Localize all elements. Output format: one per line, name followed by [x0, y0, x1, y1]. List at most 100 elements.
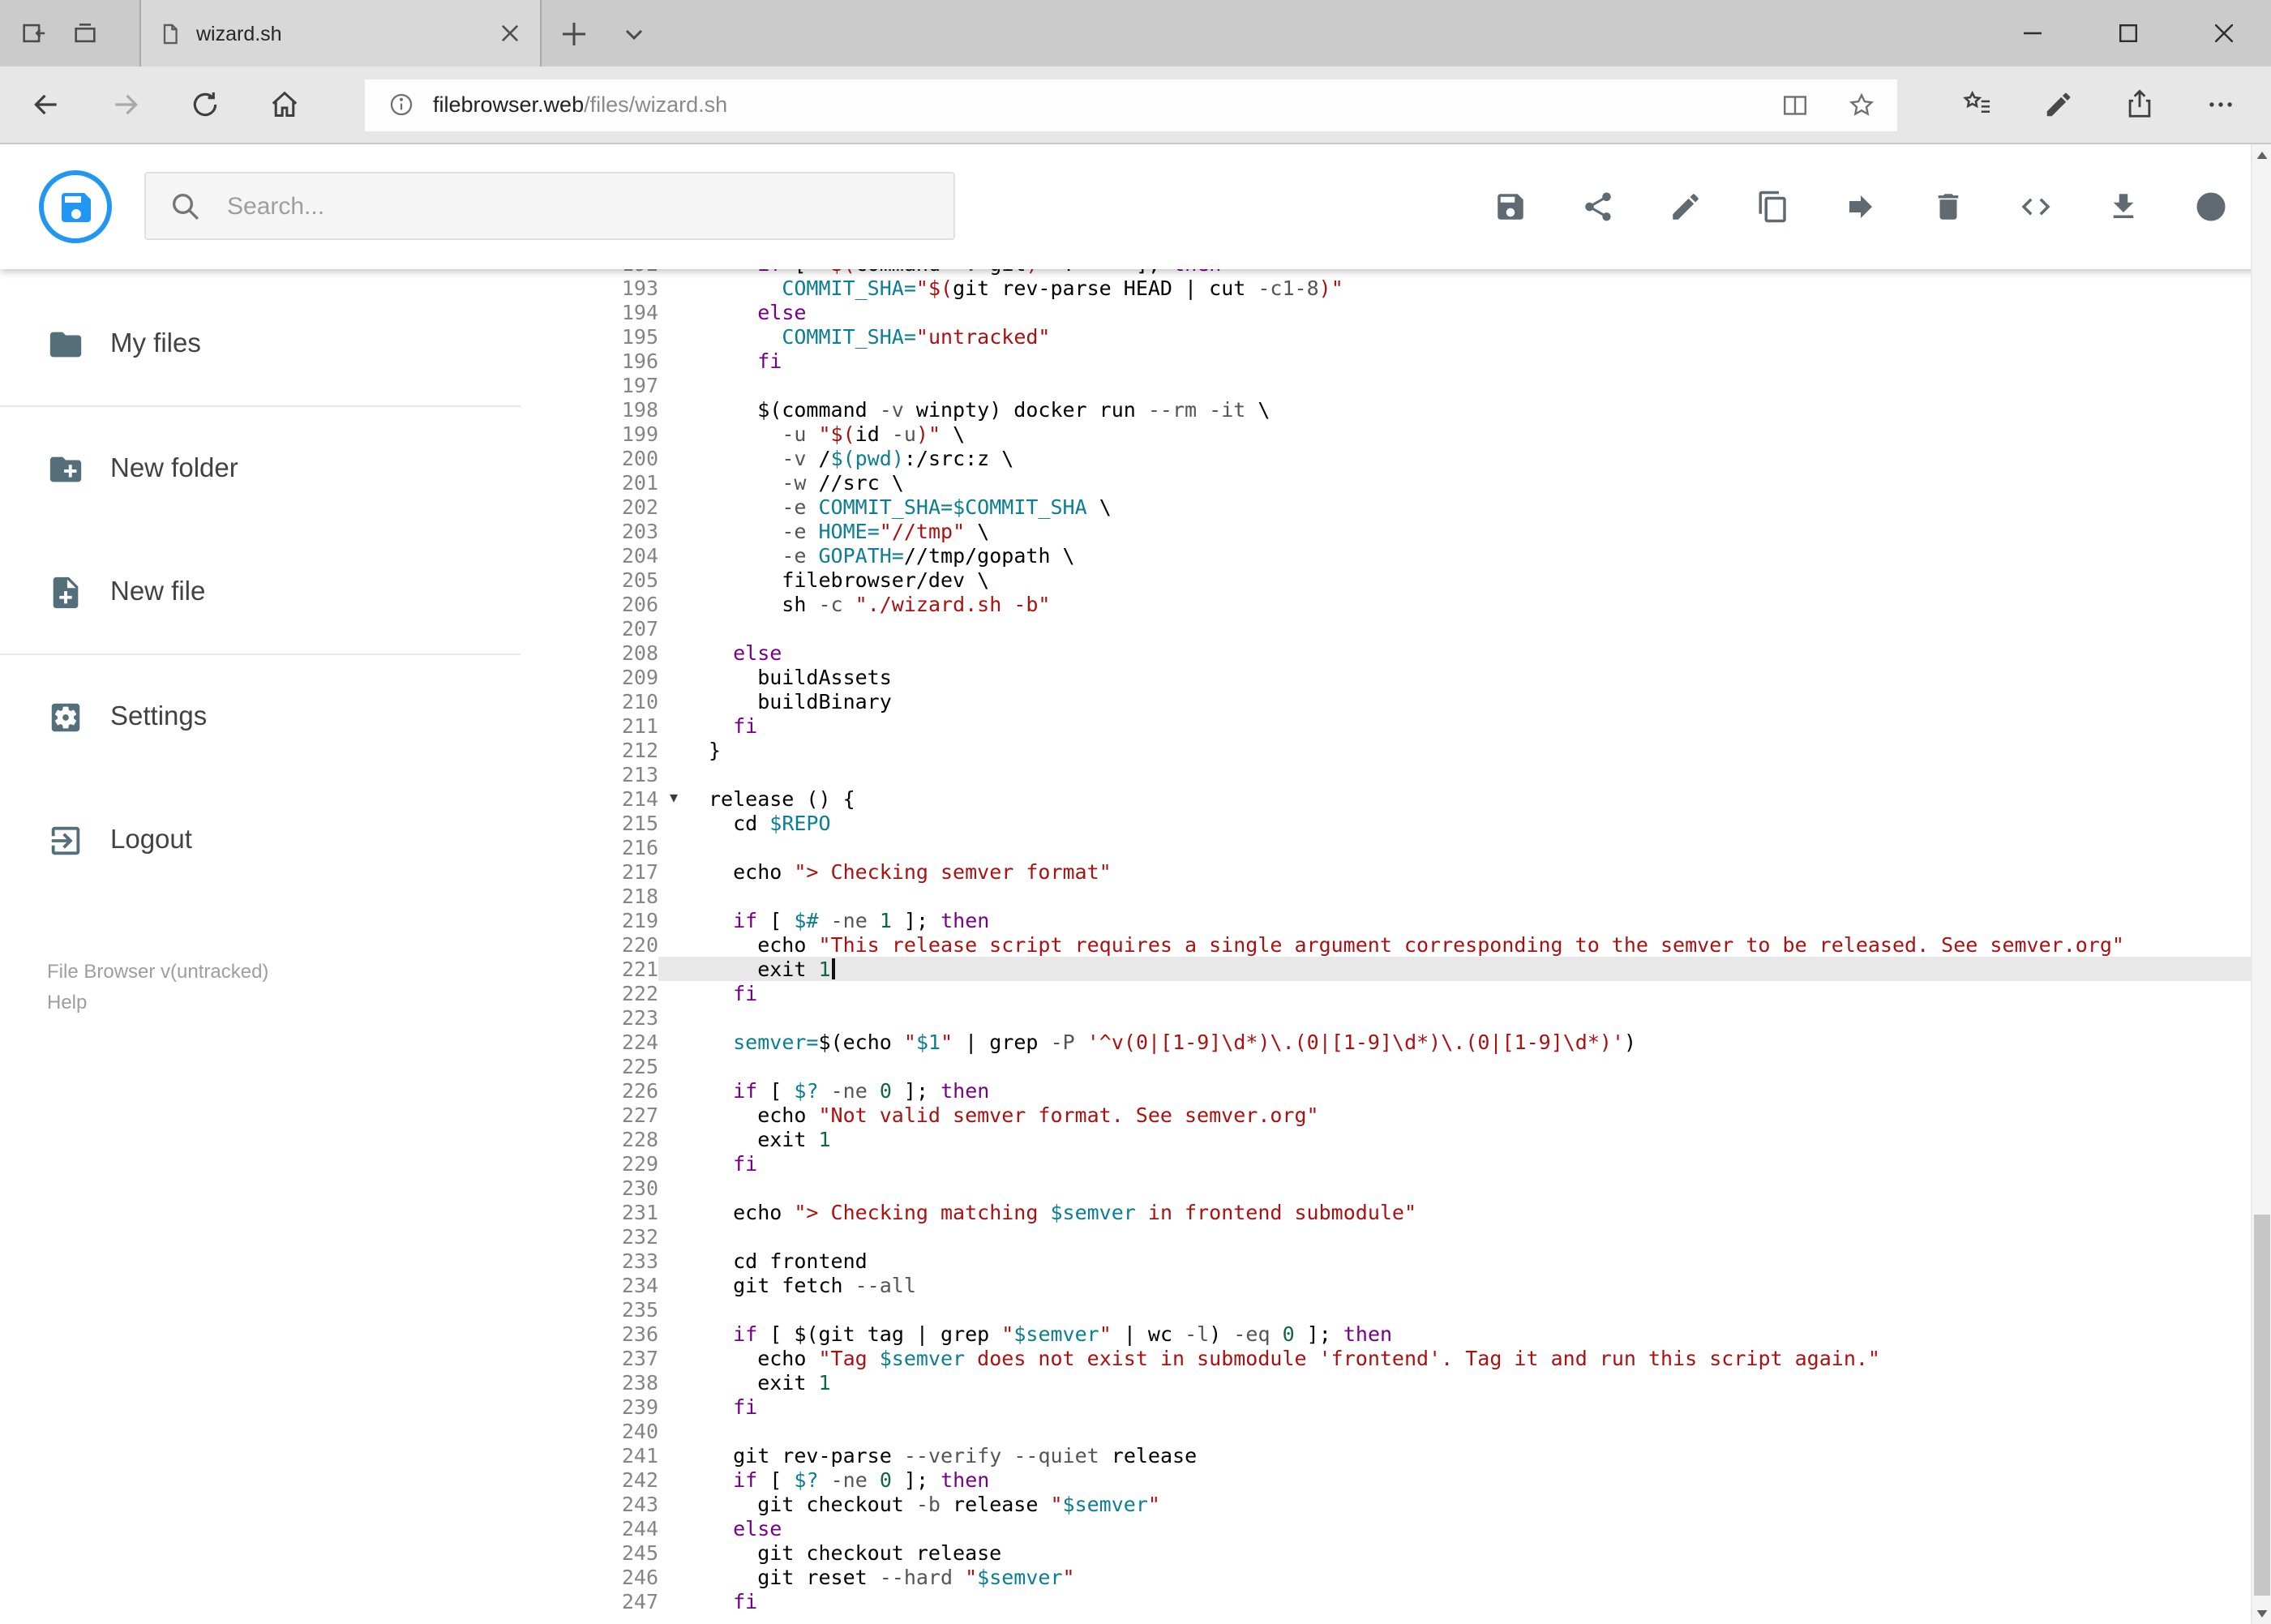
new-tab-button[interactable] — [542, 0, 606, 66]
close-window-button[interactable] — [2175, 0, 2271, 66]
code-line[interactable]: 196 fi — [521, 349, 2250, 373]
code-line[interactable]: 226 if [ $? -ne 0 ]; then — [521, 1078, 2250, 1103]
address-bar[interactable]: filebrowser.web/files/wizard.sh — [365, 79, 1897, 131]
code-line[interactable]: 208 else — [521, 641, 2250, 665]
code-line[interactable]: 231 echo "> Checking matching $semver in… — [521, 1200, 2250, 1224]
code-line[interactable]: 211 fi — [521, 713, 2250, 738]
code-line[interactable]: 222 fi — [521, 981, 2250, 1005]
search-input[interactable] — [224, 191, 911, 221]
code-line[interactable]: 238 exit 1 — [521, 1370, 2250, 1395]
tab-preview-chevron-icon[interactable] — [606, 0, 662, 66]
maximize-button[interactable] — [2080, 0, 2175, 66]
code-line[interactable]: 230 — [521, 1176, 2250, 1200]
search-box[interactable] — [144, 172, 955, 240]
code-line[interactable]: 245 git checkout release — [521, 1540, 2250, 1565]
code-line[interactable]: 220 echo "This release script requires a… — [521, 932, 2250, 957]
code-line[interactable]: 241 git rev-parse --verify --quiet relea… — [521, 1443, 2250, 1468]
code-line[interactable]: 234 git fetch --all — [521, 1273, 2250, 1297]
url-text[interactable]: filebrowser.web/files/wizard.sh — [433, 92, 1748, 117]
move-button[interactable] — [1843, 190, 1877, 224]
code-line[interactable]: 233 cd frontend — [521, 1249, 2250, 1273]
code-line[interactable]: 192 if [ "$(command -v git)" != "" ]; th… — [521, 269, 2250, 276]
site-info-icon[interactable] — [384, 88, 417, 121]
rename-button[interactable] — [1668, 190, 1702, 224]
code-line[interactable]: 240 — [521, 1419, 2250, 1443]
back-button[interactable] — [16, 75, 75, 134]
code-line[interactable]: 224 semver=$(echo "$1" | grep -P '^v(0|[… — [521, 1030, 2250, 1054]
sidebar-item-logout[interactable]: Logout — [0, 778, 521, 902]
web-note-pen-icon[interactable] — [2017, 75, 2098, 134]
code-line[interactable]: 193 COMMIT_SHA="$(git rev-parse HEAD | c… — [521, 276, 2250, 300]
sidebar-item-settings[interactable]: Settings — [0, 655, 521, 778]
code-line[interactable]: 203 -e HOME="//tmp" \ — [521, 519, 2250, 543]
code-line[interactable]: 229 fi — [521, 1151, 2250, 1176]
scroll-down-arrow-icon[interactable] — [2252, 1601, 2271, 1624]
help-link[interactable]: Help — [47, 988, 268, 1018]
code-line[interactable]: 204 -e GOPATH=//tmp/gopath \ — [521, 543, 2250, 568]
code-line[interactable]: 237 echo "Tag $semver does not exist in … — [521, 1346, 2250, 1370]
refresh-button[interactable] — [175, 75, 234, 134]
code-line[interactable]: 213 — [521, 762, 2250, 786]
code-line[interactable]: 219 if [ $# -ne 1 ]; then — [521, 908, 2250, 932]
sidebar-item-new-file[interactable]: New file — [0, 530, 521, 653]
info-button[interactable] — [2193, 190, 2227, 224]
code-line[interactable]: 227 echo "Not valid semver format. See s… — [521, 1103, 2250, 1127]
code-line[interactable]: 202 -e COMMIT_SHA=$COMMIT_SHA \ — [521, 495, 2250, 519]
scrollbar-thumb[interactable] — [2253, 1215, 2269, 1596]
code-line[interactable]: 223 — [521, 1005, 2250, 1030]
code-line[interactable]: 210 buildBinary — [521, 689, 2250, 713]
code-line[interactable]: 207 — [521, 616, 2250, 641]
raw-code-button[interactable] — [2018, 190, 2052, 224]
code-line[interactable]: 239 fi — [521, 1395, 2250, 1419]
code-line[interactable]: 217 echo "> Checking semver format" — [521, 859, 2250, 884]
close-tab-icon[interactable] — [493, 17, 525, 49]
minimize-button[interactable] — [1984, 0, 2080, 66]
browser-tab-active[interactable]: wizard.sh — [139, 0, 542, 66]
code-line[interactable]: 199 -u "$(id -u)" \ — [521, 422, 2250, 446]
code-line[interactable]: 201 -w //src \ — [521, 470, 2250, 495]
sidebar-item-my-files[interactable]: My files — [0, 282, 521, 405]
code-line[interactable]: 225 — [521, 1054, 2250, 1078]
fold-open-icon[interactable]: ▾ — [670, 786, 678, 811]
code-line[interactable]: 195 COMMIT_SHA="untracked" — [521, 324, 2250, 349]
copy-button[interactable] — [1755, 190, 1789, 224]
code-line[interactable]: 221 exit 1 — [521, 957, 2250, 981]
more-options-icon[interactable] — [2179, 75, 2260, 134]
code-line[interactable]: 212} — [521, 738, 2250, 762]
forward-button[interactable] — [96, 75, 154, 134]
tab-preview-icon[interactable] — [70, 19, 99, 48]
save-button[interactable] — [1493, 190, 1527, 224]
code-line[interactable]: 205 filebrowser/dev \ — [521, 568, 2250, 592]
share-page-icon[interactable] — [2098, 75, 2179, 134]
set-tabs-aside-icon[interactable] — [18, 19, 47, 48]
code-line[interactable]: 216 — [521, 835, 2250, 859]
fold-gutter[interactable]: ▾ — [658, 786, 709, 811]
code-line[interactable]: 198 $(command -v winpty) docker run --rm… — [521, 397, 2250, 422]
delete-button[interactable] — [1930, 190, 1965, 224]
code-line[interactable]: 244 else — [521, 1516, 2250, 1540]
code-line[interactable]: 228 exit 1 — [521, 1127, 2250, 1151]
code-line[interactable]: 232 — [521, 1224, 2250, 1249]
code-line[interactable]: 209 buildAssets — [521, 665, 2250, 689]
code-line[interactable]: 247 fi — [521, 1589, 2250, 1613]
page-scrollbar[interactable] — [2250, 144, 2271, 1624]
code-line[interactable]: 214 ▾ release () { — [521, 786, 2250, 811]
code-line[interactable]: 197 — [521, 373, 2250, 397]
code-line[interactable]: 236 if [ $(git tag | grep "$semver" | wc… — [521, 1322, 2250, 1346]
code-line[interactable]: 194 else — [521, 300, 2250, 324]
filebrowser-logo[interactable] — [39, 170, 112, 243]
code-line[interactable]: 243 git checkout -b release "$semver" — [521, 1492, 2250, 1516]
reading-view-icon[interactable] — [1776, 85, 1815, 124]
code-editor[interactable]: 192 if [ "$(command -v git)" != "" ]; th… — [521, 269, 2250, 1624]
add-favorite-star-icon[interactable] — [1842, 85, 1881, 124]
code-line[interactable]: 242 if [ $? -ne 0 ]; then — [521, 1468, 2250, 1492]
share-button[interactable] — [1580, 190, 1614, 224]
code-line[interactable]: 246 git reset --hard "$semver" — [521, 1565, 2250, 1589]
scroll-up-arrow-icon[interactable] — [2252, 144, 2271, 167]
download-button[interactable] — [2106, 190, 2140, 224]
code-line[interactable]: 218 — [521, 884, 2250, 908]
home-button[interactable] — [255, 75, 313, 134]
sidebar-item-new-folder[interactable]: New folder — [0, 407, 521, 530]
hub-favorites-icon[interactable] — [1936, 75, 2017, 134]
code-line[interactable]: 235 — [521, 1297, 2250, 1322]
